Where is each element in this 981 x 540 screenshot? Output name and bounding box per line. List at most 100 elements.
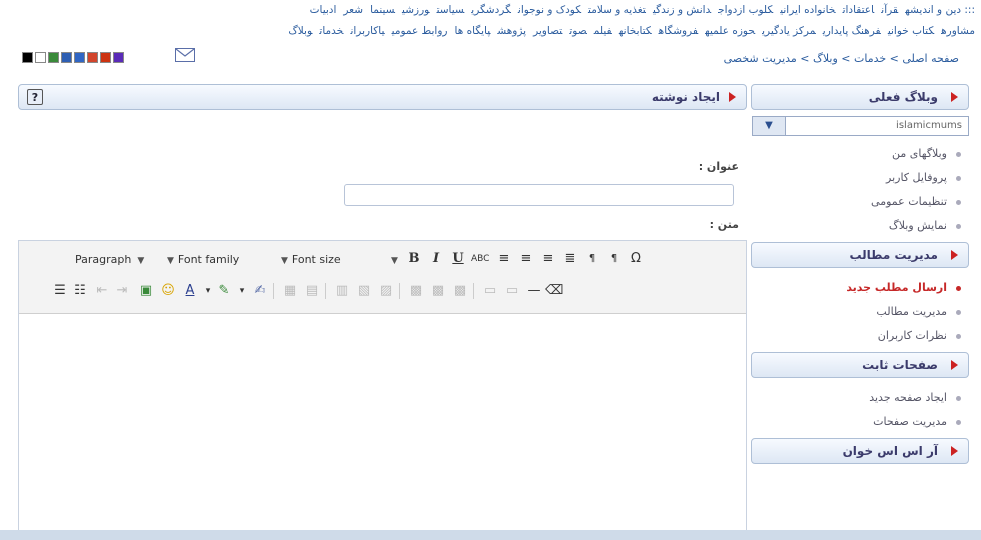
rtl-icon[interactable]: ¶: [605, 249, 623, 269]
align-right-icon[interactable]: ≡: [539, 249, 557, 269]
font-size-select-value: Font size: [291, 253, 341, 266]
sidebar-item-manage-posts[interactable]: مدیریت مطالب: [751, 300, 969, 324]
sidebar-item-view-weblog[interactable]: نمایش وبلاگ: [751, 214, 969, 238]
help-icon[interactable]: ?: [27, 89, 43, 105]
sidebar-item-manage-pages[interactable]: مدیریت صفحات: [751, 410, 969, 434]
create-post-header: ایجاد نوشته ?: [18, 84, 747, 110]
arrow-icon: [951, 92, 958, 102]
top-nav-link[interactable]: گردشگری: [471, 4, 511, 16]
theme-color-swatch[interactable]: [48, 52, 59, 63]
sidebar-header-static-pages[interactable]: صفحات ثابت: [751, 352, 969, 378]
bullet-icon: [956, 176, 961, 181]
top-nav-link[interactable]: صوت: [569, 25, 586, 37]
chevron-down-icon[interactable]: ▼: [752, 116, 786, 136]
italic-icon[interactable]: I: [427, 249, 445, 269]
top-nav-link[interactable]: کتابخانه: [619, 25, 652, 37]
special-character-icon[interactable]: Ω: [627, 249, 645, 269]
numbered-list-icon[interactable]: ☷: [71, 281, 89, 301]
top-nav-link[interactable]: دانش و زندگی: [653, 4, 711, 16]
editor-toolbar-row-2: ☰ ☷ ⇤ ⇥ ▣ ☺ A ▾ ✎ ▾ ✍ ▦ ▤ ▥ ▧ ▨ ▩ ▩ ▩ ▭ …: [19, 279, 746, 305]
rich-text-editor[interactable]: Paragraph ▼ ▼ Font family ▼ Font size ▼ B I…: [18, 240, 747, 540]
toolbar-separator: [399, 283, 400, 299]
breadcrumb[interactable]: صفحه اصلی > خدمات > وبلاگ > مدیریت شخصی: [724, 52, 959, 65]
top-nav-link[interactable]: ادبیات: [310, 4, 337, 16]
sidebar-item-user-profile[interactable]: پروفایل کاربر: [751, 166, 969, 190]
sidebar: وبلاگ فعلی ▼ islamicmums وبلاگهای من پرو…: [751, 84, 969, 472]
bullet-list-icon[interactable]: ☰: [51, 281, 69, 301]
top-nav-link[interactable]: خدمات: [319, 25, 343, 37]
top-nav-link[interactable]: فرهنگ پایداری: [823, 25, 881, 37]
eraser-icon[interactable]: ⌫: [545, 281, 563, 301]
top-nav-link[interactable]: پایگاه ها: [455, 25, 491, 37]
top-nav-link[interactable]: پژوهش: [497, 25, 526, 37]
sidebar-header-current-weblog[interactable]: وبلاگ فعلی: [751, 84, 969, 110]
insert-image-icon[interactable]: ▣: [137, 281, 155, 301]
sidebar-item-user-comments[interactable]: نظرات کاربران: [751, 324, 969, 348]
theme-color-swatch[interactable]: [113, 52, 124, 63]
sidebar-item-label: پروفایل کاربر: [886, 171, 947, 184]
bottom-edge: [0, 530, 981, 540]
sidebar-item-my-weblogs[interactable]: وبلاگهای من: [751, 142, 969, 166]
ltr-icon[interactable]: ¶: [583, 249, 601, 269]
bold-icon[interactable]: B: [405, 249, 423, 269]
chevron-down-icon: ▼: [137, 256, 145, 266]
top-nav-link[interactable]: مشاوره: [941, 25, 975, 37]
text-color-icon[interactable]: A: [181, 281, 199, 301]
font-size-dropdown[interactable]: ▼: [391, 249, 398, 271]
top-nav-link[interactable]: یاکاربران: [350, 25, 384, 37]
strikethrough-icon[interactable]: ABC: [471, 249, 489, 269]
top-nav-link[interactable]: مرکز یادگیری: [762, 25, 816, 37]
envelope-icon[interactable]: [175, 48, 195, 62]
top-nav-link[interactable]: خانواده ایرانی: [780, 4, 835, 16]
theme-color-swatch[interactable]: [100, 52, 111, 63]
top-nav-link[interactable]: اعتقادات: [843, 4, 875, 16]
underline-icon[interactable]: U: [449, 249, 467, 269]
sidebar-item-general-settings[interactable]: تنظیمات عمومی: [751, 190, 969, 214]
top-nav-link[interactable]: ورزشی: [402, 4, 430, 16]
sidebar-item-new-page[interactable]: ایجاد صفحه جدید: [751, 386, 969, 410]
top-nav-link[interactable]: فیلم: [594, 25, 612, 37]
top-nav-link[interactable]: کتاب خوانی: [888, 25, 934, 37]
horizontal-rule-icon[interactable]: —: [525, 281, 543, 301]
edit-html-icon[interactable]: ✍: [251, 281, 269, 301]
theme-color-swatch[interactable]: [61, 52, 72, 63]
arrow-icon: [951, 250, 958, 260]
post-title-input[interactable]: [344, 184, 734, 206]
emoticon-icon[interactable]: ☺: [159, 281, 177, 301]
highlight-color-icon[interactable]: ✎: [215, 281, 233, 301]
bullet-icon: [956, 420, 961, 425]
top-navigation: ::: دین و اندیشه قرآن اعتقادات خانواده ایرا…: [0, 0, 981, 42]
sidebar-header-post-management[interactable]: مدیریت مطالب: [751, 242, 969, 268]
sidebar-header-rss-reader[interactable]: آر اس اس خوان: [751, 438, 969, 464]
top-nav-link[interactable]: کودک و نوجوان: [518, 4, 581, 16]
top-nav-link[interactable]: وبلاگ: [288, 25, 312, 37]
top-nav-link[interactable]: سیاست: [437, 4, 465, 16]
theme-color-swatch[interactable]: [35, 52, 46, 63]
format-select[interactable]: Paragraph ▼: [75, 249, 144, 271]
weblog-select[interactable]: ▼ islamicmums: [752, 116, 969, 136]
bullet-icon: [956, 152, 961, 157]
sidebar-item-new-post[interactable]: ارسال مطلب جدید: [751, 276, 969, 300]
top-nav-link[interactable]: سینما: [370, 4, 395, 16]
theme-color-swatch[interactable]: [22, 52, 33, 63]
top-nav-link[interactable]: فروشگاه: [659, 25, 699, 37]
align-left-icon[interactable]: ≡: [495, 249, 513, 269]
align-center-icon[interactable]: ≡: [517, 249, 535, 269]
top-nav-link[interactable]: شعر: [343, 4, 363, 16]
top-nav-link[interactable]: حوزه علمیه: [705, 25, 755, 37]
theme-color-swatch[interactable]: [74, 52, 85, 63]
bullet-icon: [956, 200, 961, 205]
theme-color-swatch[interactable]: [87, 52, 98, 63]
top-nav-link[interactable]: قرآن: [881, 4, 898, 16]
top-nav-link[interactable]: ::: دین و اندیشه: [905, 4, 975, 16]
top-nav-row-1: ::: دین و اندیشه قرآن اعتقادات خانواده ایرا…: [0, 0, 981, 21]
merge-cells-icon: ▥: [335, 283, 349, 298]
top-nav-link[interactable]: تغذیه و سلامت: [588, 4, 646, 16]
top-nav-link[interactable]: تصاویر: [533, 25, 562, 37]
font-size-select[interactable]: ▼ Font size: [281, 249, 341, 271]
chevron-down-icon[interactable]: ▾: [233, 281, 251, 301]
font-family-select[interactable]: ▼ Font family: [167, 249, 239, 271]
top-nav-link[interactable]: روابط عمومی: [392, 25, 448, 37]
align-justify-icon[interactable]: ≣: [561, 249, 579, 269]
top-nav-link[interactable]: کلوب ازدواج: [718, 4, 773, 16]
